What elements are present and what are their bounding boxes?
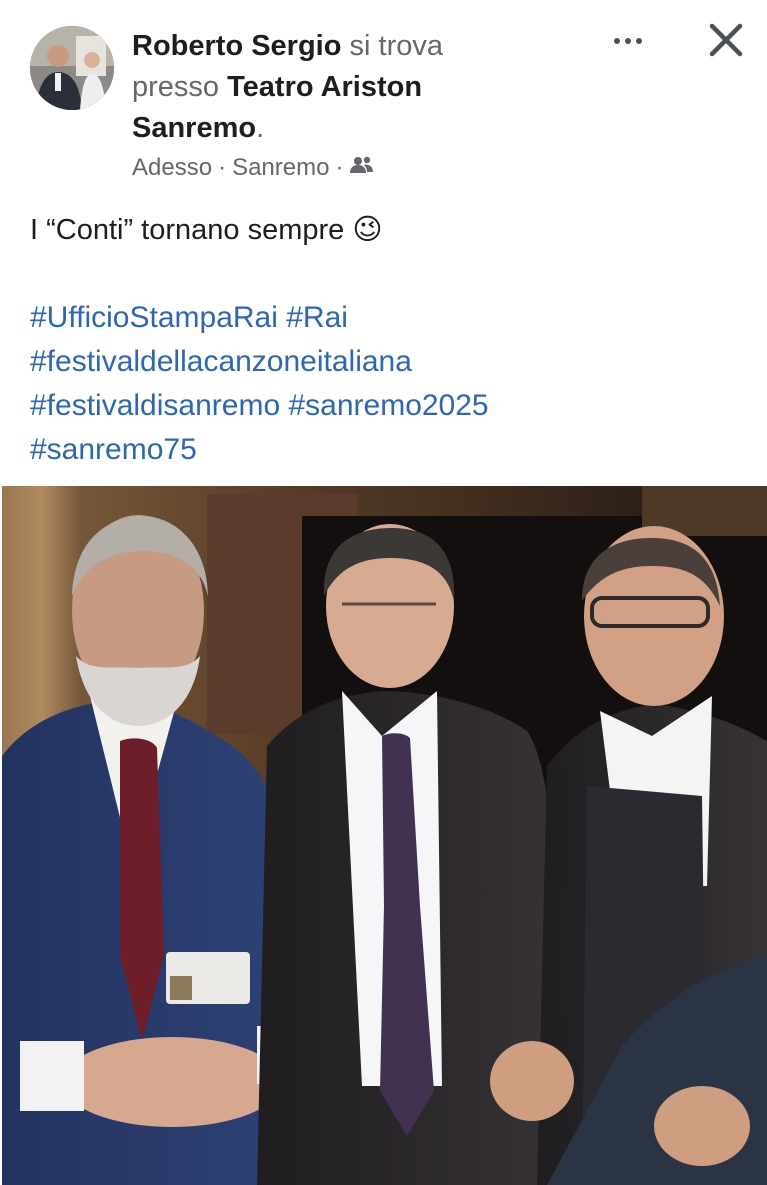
- post-message: I “Conti” tornano sempre: [30, 214, 345, 246]
- post-photo[interactable]: [2, 486, 767, 1185]
- hashtag-list: #UfficioStampaRai #Rai #festivaldellacan…: [30, 296, 750, 472]
- wink-emoji: 😉: [352, 214, 383, 246]
- close-icon: [709, 23, 743, 57]
- hashtag-rai[interactable]: #Rai: [286, 301, 348, 334]
- post-text: I “Conti” tornano sempre 😉: [30, 208, 740, 252]
- post-title: Roberto Sergio si trova presso Teatro Ar…: [132, 26, 532, 149]
- meta-separator: ·: [335, 154, 344, 181]
- meta-separator: ·: [218, 154, 227, 181]
- avatar[interactable]: [30, 26, 114, 110]
- post-place: Sanremo: [232, 154, 330, 181]
- hashtag-sanremo2025[interactable]: #sanremo2025: [288, 389, 488, 422]
- more-dots-icon: [614, 38, 620, 44]
- more-dots-icon: [636, 38, 642, 44]
- hashtag-sanremo75[interactable]: #sanremo75: [30, 433, 197, 466]
- hashtag-festivaldellacanzoneitaliana[interactable]: #festivaldellacanzoneitaliana: [30, 345, 412, 378]
- post-time[interactable]: Adesso: [132, 154, 212, 182]
- more-dots-icon: [625, 38, 631, 44]
- more-options-button[interactable]: [606, 26, 650, 56]
- location-suffix: .: [256, 112, 265, 144]
- post-header: Roberto Sergio si trova presso Teatro Ar…: [0, 0, 767, 200]
- hashtag-ufficiostamparai[interactable]: #UfficioStampaRai: [30, 301, 278, 334]
- author-name[interactable]: Roberto Sergio: [132, 30, 341, 62]
- hashtag-festivaldisanremo[interactable]: #festivaldisanremo: [30, 389, 280, 422]
- close-button[interactable]: [704, 18, 748, 62]
- friends-icon[interactable]: [349, 154, 375, 182]
- post-meta: Adesso · Sanremo ·: [132, 154, 375, 182]
